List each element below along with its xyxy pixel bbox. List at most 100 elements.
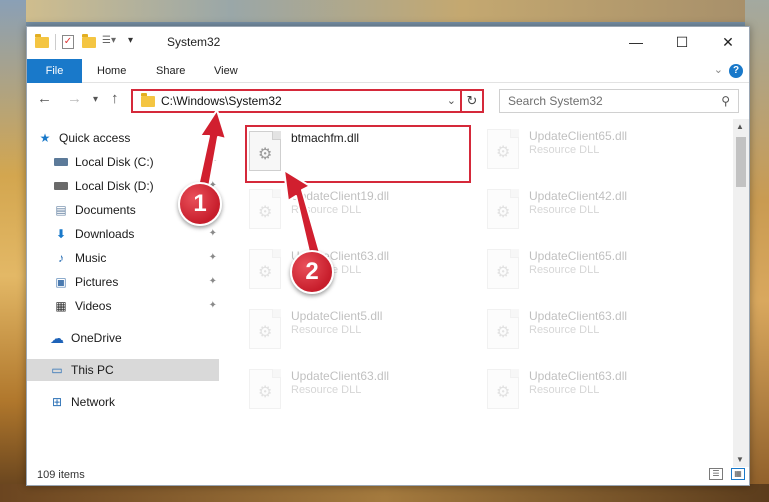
vertical-scrollbar[interactable]: ▲ ▼ [733,119,749,467]
file-item[interactable]: ⚙ UpdateClient65.dll Resource DLL [485,123,705,177]
drive-icon [53,155,69,169]
scroll-down-icon[interactable]: ▼ [736,455,744,464]
drive-icon [53,179,69,193]
file-name: UpdateClient65.dll [529,129,628,143]
network-icon: ⊞ [51,395,63,409]
pictures-icon: ▣ [55,275,67,289]
sidebar-item-network[interactable]: ⊞ Network [49,391,219,413]
gear-icon: ⚙ [258,384,273,401]
pin-icon: ✦ [208,228,217,239]
tab-share[interactable]: Share [156,65,185,77]
gear-icon: ⚙ [496,204,511,221]
tab-home[interactable]: Home [97,65,126,77]
file-item[interactable]: ⚙ UpdateClient5.dll Resource DLL [247,303,467,357]
sidebar-item-label: Local Disk (C:) [75,155,154,169]
minimize-button[interactable]: — [613,27,659,57]
sidebar-item-videos[interactable]: ▦ Videos ✦ [53,295,219,317]
search-input[interactable] [508,90,708,112]
sidebar-item-this-pc[interactable]: ▭ This PC [27,359,219,381]
desktop-background-left [0,0,26,502]
address-path: C:\Windows\System32 [161,94,282,108]
details-view-icon[interactable]: ☰ [709,468,723,480]
sidebar-item-label: This PC [71,363,114,377]
up-arrow-icon[interactable]: ↑ [111,90,119,107]
sidebar-item-downloads[interactable]: ⬇ Downloads ✦ [53,223,219,245]
navigation-bar: ← → ▾ ↑ C:\Windows\System32 ⌄ ↻ ⚲ [27,84,749,116]
file-highlight-box [245,125,471,183]
toolbar-separator [55,34,56,50]
new-folder-icon[interactable] [82,34,96,49]
dll-file-icon: ⚙ [249,189,281,229]
download-icon: ⬇ [55,227,67,241]
file-item[interactable]: ⚙ UpdateClient63.dll Resource DLL [247,243,467,297]
gear-icon: ⚙ [496,144,511,161]
dll-file-icon: ⚙ [487,249,519,289]
file-type: Resource DLL [529,204,600,216]
sidebar-item-label: Network [71,395,116,409]
dll-file-icon: ⚙ [487,309,519,349]
dll-file-icon: ⚙ [487,189,519,229]
toolbar-dropdown-icon[interactable]: ▾ [128,35,142,49]
sidebar-item-label: Local Disk (D:) [75,179,154,193]
sidebar-item-quick-access[interactable]: ★ Quick access [37,127,229,149]
file-item[interactable]: ⚙ UpdateClient42.dll Resource DLL [485,183,705,237]
maximize-button[interactable]: ☐ [659,27,705,57]
pin-icon: ✦ [208,300,217,311]
file-type: Resource DLL [291,324,362,336]
window-title: System32 [167,35,221,49]
pin-icon: ✦ [208,276,217,287]
dll-file-icon: ⚙ [487,129,519,169]
status-bar: 109 items ☰ ▦ [27,465,749,485]
sidebar-item-label: Videos [75,299,112,313]
close-button[interactable]: ✕ [705,27,751,57]
sidebar-item-local-disk-c[interactable]: Local Disk (C:) ✦ [53,151,219,173]
computer-icon: ▭ [51,363,63,377]
desktop-background-bottom [0,484,769,502]
folder-icon [141,92,155,107]
file-item[interactable]: ⚙ UpdateClient65.dll Resource DLL [485,243,705,297]
address-dropdown-icon[interactable]: ⌄ [447,94,456,107]
file-type: Resource DLL [529,144,600,156]
sidebar-item-pictures[interactable]: ▣ Pictures ✦ [53,271,219,293]
customize-toolbar-icon[interactable]: ☰▾ [102,35,122,49]
ribbon-collapse-icon[interactable]: ⌄ [714,63,723,76]
scrollbar-thumb[interactable] [736,137,746,187]
music-icon: ♪ [58,251,64,265]
file-type: Resource DLL [529,324,600,336]
file-type: Resource DLL [529,264,600,276]
gear-icon: ⚙ [258,324,273,341]
sidebar-item-music[interactable]: ♪ Music ✦ [53,247,219,269]
forward-arrow-icon[interactable]: → [67,90,82,107]
cloud-icon: ☁ [50,329,64,346]
item-count: 109 items [37,469,85,481]
help-icon[interactable]: ? [729,64,743,78]
back-arrow-icon[interactable]: ← [37,90,52,107]
file-item[interactable]: ⚙ UpdateClient19.dll Resource DLL [247,183,467,237]
scroll-up-icon[interactable]: ▲ [736,122,744,131]
address-bar[interactable]: C:\Windows\System32 ⌄ ↻ [131,89,484,113]
gear-icon: ⚙ [496,324,511,341]
sidebar-item-label: Quick access [59,131,131,145]
sidebar-item-label: Downloads [75,227,135,241]
sidebar-item-label: OneDrive [71,331,122,345]
videos-icon: ▦ [55,299,67,313]
tab-file[interactable]: File [27,59,82,83]
sidebar-item-label: Pictures [75,275,119,289]
refresh-button[interactable]: ↻ [460,89,484,113]
recent-locations-icon[interactable]: ▾ [93,94,98,105]
dll-file-icon: ⚙ [249,369,281,409]
dll-file-icon: ⚙ [249,249,281,289]
file-item[interactable]: ⚙ UpdateClient63.dll Resource DLL [485,303,705,357]
file-type: Resource DLL [291,384,362,396]
callout-step-1: 1 [178,182,222,226]
file-item[interactable]: ⚙ UpdateClient63.dll Resource DLL [485,363,705,417]
sidebar-item-onedrive[interactable]: ☁ OneDrive [49,327,219,349]
large-icons-view-icon[interactable]: ▦ [731,468,745,480]
search-box[interactable]: ⚲ [499,89,739,113]
file-item[interactable]: ⚙ UpdateClient63.dll Resource DLL [247,363,467,417]
tab-view[interactable]: View [214,65,238,77]
gear-icon: ⚙ [258,204,273,221]
properties-icon[interactable]: ✓ [62,35,76,49]
ribbon-tabs: File Home Share View ⌄ ? [27,59,749,83]
quick-access-toolbar: ✓ ☰▾ ▾ [35,34,148,50]
